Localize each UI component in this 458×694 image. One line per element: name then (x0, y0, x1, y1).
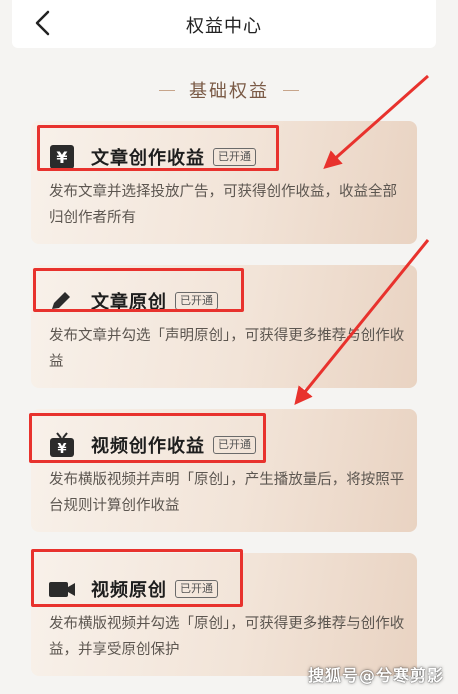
divider-right (283, 89, 299, 91)
tv-yuan-icon: ¥ (47, 430, 77, 460)
divider-left (159, 89, 175, 91)
status-badge: 已开通 (213, 436, 256, 454)
benefit-card-article-original[interactable]: 文章原创 已开通 发布文章并勾选「声明原创」，可获得更多推荐与创作收益 (31, 265, 417, 388)
card-description: 发布文章并勾选「声明原创」，可获得更多推荐与创作收益 (49, 328, 405, 370)
status-badge: 已开通 (175, 292, 218, 310)
card-title: 文章创作收益 (91, 148, 205, 169)
section-title: 基础权益 (189, 81, 269, 102)
card-description: 发布横版视频并勾选「原创」，可获得更多推荐与创作收益，并享受原创保护 (49, 616, 405, 658)
section-heading: 基础权益 (0, 77, 458, 103)
pen-icon (47, 286, 77, 316)
benefit-card-article-revenue[interactable]: ¥ 文章创作收益 已开通 发布文章并选择投放广告，可获得创作收益，收益全部归创作… (31, 121, 417, 244)
page-title: 权益中心 (186, 16, 262, 37)
video-camera-icon (47, 574, 77, 604)
benefit-card-video-revenue[interactable]: ¥ 视频创作收益 已开通 发布横版视频并声明「原创」，产生播放量后，将按照平台规… (31, 409, 417, 532)
status-badge: 已开通 (175, 580, 218, 598)
card-description: 发布文章并选择投放广告，可获得创作收益，收益全部归创作者所有 (49, 184, 397, 226)
svg-text:¥: ¥ (56, 148, 67, 167)
header-bar: 权益中心 (12, 0, 436, 48)
card-title: 视频原创 (91, 580, 167, 601)
svg-text:¥: ¥ (57, 442, 66, 457)
card-title: 视频创作收益 (91, 436, 205, 457)
card-title: 文章原创 (91, 292, 167, 313)
status-badge: 已开通 (213, 148, 256, 166)
yuan-icon: ¥ (47, 142, 77, 172)
card-description: 发布横版视频并声明「原创」，产生播放量后，将按照平台规则计算创作收益 (49, 472, 405, 514)
watermark: 搜狐号@兮寒剪影 (307, 666, 444, 685)
benefit-card-video-original[interactable]: 视频原创 已开通 发布横版视频并勾选「原创」，可获得更多推荐与创作收益，并享受原… (31, 553, 417, 676)
